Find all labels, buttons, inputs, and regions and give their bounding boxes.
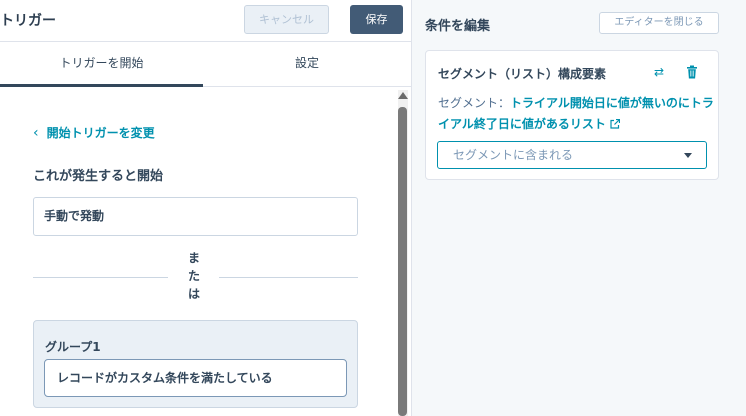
or-separator: または: [187, 251, 200, 301]
divider-left: [33, 277, 168, 278]
scrollbar-thumb[interactable]: [398, 107, 407, 416]
swap-icon[interactable]: ⇄: [654, 65, 664, 79]
top-bar: トリガー キャンセル 保存: [0, 0, 411, 42]
group-title: グループ1: [45, 340, 101, 354]
cancel-button[interactable]: キャンセル: [244, 5, 329, 34]
active-tab-indicator: [0, 84, 203, 87]
chevron-left-icon: ‹: [33, 125, 39, 141]
scroll-up-arrow-icon[interactable]: [398, 92, 408, 99]
tab-start-trigger[interactable]: トリガーを開始: [0, 43, 203, 87]
trigger-group: グループ1 レコードがカスタム条件を満たしている: [33, 320, 358, 408]
segment-operator-select[interactable]: セグメントに含まれる: [437, 141, 707, 169]
manual-trigger-option[interactable]: 手動で発動: [33, 197, 358, 236]
back-link-label: 開始トリガーを変更: [46, 126, 155, 140]
editor-title: 条件を編集: [425, 19, 491, 34]
segment-operator-value: セグメントに含まれる: [453, 148, 574, 162]
tab-settings[interactable]: 設定: [203, 43, 411, 87]
tab-bar: トリガーを開始 設定: [0, 43, 411, 87]
close-editor-button[interactable]: エディターを閉じる: [599, 12, 719, 34]
external-link-icon[interactable]: [610, 119, 620, 129]
condition-card-title: セグメント（リスト）構成要素: [438, 67, 607, 81]
save-button[interactable]: 保存: [350, 5, 403, 34]
section-title: これが発生すると開始: [33, 169, 164, 184]
change-start-trigger-link[interactable]: ‹ 開始トリガーを変更: [33, 124, 155, 141]
divider-right: [219, 277, 358, 278]
group-condition-item[interactable]: レコードがカスタム条件を満たしている: [44, 359, 347, 397]
trash-icon[interactable]: [686, 65, 698, 79]
segment-prefix: セグメント：: [438, 96, 511, 110]
condition-editor-panel: 条件を編集 エディターを閉じる セグメント（リスト）構成要素 ⇄ セグメント：ト…: [411, 0, 746, 416]
trigger-panel: トリガー キャンセル 保存 トリガーを開始 設定 ‹ 開始トリガーを変更 これが発…: [0, 0, 411, 416]
caret-down-icon: [684, 153, 692, 158]
segment-description: セグメント：トライアル開始日に値が無いのにトライアル終了日に値があるリスト: [438, 93, 714, 135]
condition-card: セグメント（リスト）構成要素 ⇄ セグメント：トライアル開始日に値が無いのにトラ…: [425, 50, 719, 180]
page-title: トリガー: [0, 13, 56, 29]
